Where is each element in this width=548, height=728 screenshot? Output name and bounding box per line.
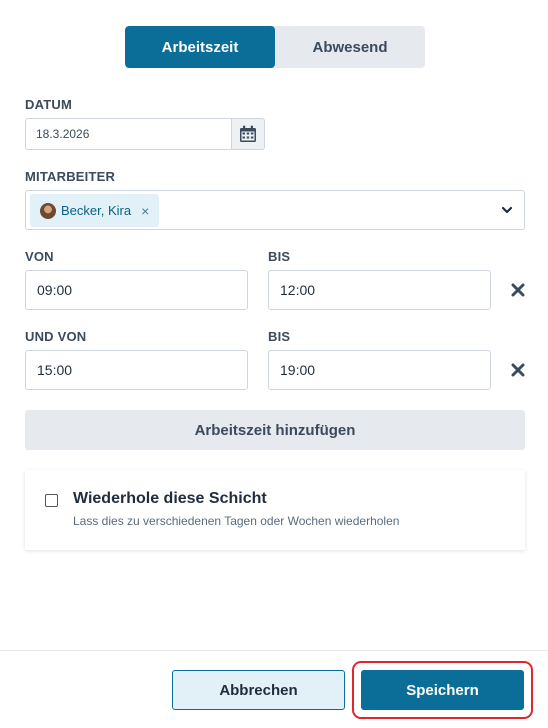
calendar-button[interactable]: [231, 118, 265, 150]
repeat-checkbox[interactable]: [45, 494, 58, 507]
employee-select[interactable]: Becker, Kira ×: [25, 190, 525, 230]
chevron-down-icon[interactable]: [501, 204, 513, 216]
chip-remove-icon[interactable]: ×: [141, 203, 149, 219]
tab-absent[interactable]: Abwesend: [275, 26, 425, 68]
tab-work-time[interactable]: Arbeitszeit: [125, 26, 275, 68]
from-label-1: VON: [25, 249, 54, 264]
remove-shift-icon-2[interactable]: [510, 362, 526, 378]
from-label-2: UND VON: [25, 329, 87, 344]
repeat-subtitle: Lass dies zu verschiedenen Tagen oder Wo…: [73, 514, 400, 528]
cancel-button[interactable]: Abbrechen: [172, 670, 345, 710]
repeat-shift-card: Wiederhole diese Schicht Lass dies zu ve…: [25, 470, 525, 550]
date-field[interactable]: 18.3.2026: [25, 118, 231, 150]
repeat-title: Wiederhole diese Schicht: [73, 490, 267, 507]
remove-shift-icon-1[interactable]: [510, 282, 526, 298]
date-label: DATUM: [25, 97, 72, 112]
mode-tabs: Arbeitszeit Abwesend: [125, 26, 425, 68]
from-time-input-2[interactable]: 15:00: [25, 350, 248, 390]
employee-chip-label: Becker, Kira: [61, 203, 132, 218]
employee-label: MITARBEITER: [25, 169, 116, 184]
to-time-input-1[interactable]: 12:00: [268, 270, 491, 310]
to-time-input-2[interactable]: 19:00: [268, 350, 491, 390]
footer-divider: [0, 650, 548, 651]
add-work-time-button[interactable]: Arbeitszeit hinzufügen: [25, 410, 525, 450]
to-label-1: BIS: [268, 249, 291, 264]
from-time-input-1[interactable]: 09:00: [25, 270, 248, 310]
avatar: [40, 202, 56, 219]
calendar-icon: [240, 125, 256, 142]
save-button[interactable]: Speichern: [361, 670, 524, 710]
employee-chip: Becker, Kira ×: [30, 194, 160, 227]
to-label-2: BIS: [268, 329, 291, 344]
